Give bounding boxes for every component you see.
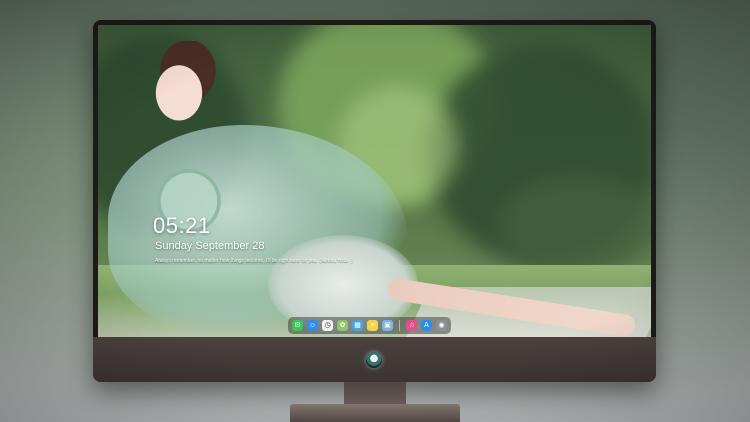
launchpad-icon[interactable]: ▦ [352, 320, 363, 331]
notes-icon[interactable]: ≡ [367, 320, 378, 331]
itunes-icon[interactable]: ♫ [406, 320, 417, 331]
monitor: 05:21 Sunday September 28 Always remembe… [93, 20, 656, 382]
lock-screen[interactable]: 05:21 Sunday September 28 Always remembe… [98, 25, 651, 337]
monitor-stand-base [290, 404, 460, 422]
wallpaper-figure [143, 50, 203, 128]
clock-icon[interactable]: ◷ [322, 320, 333, 331]
app-store-icon[interactable]: A [421, 320, 432, 331]
monitor-stand [344, 382, 406, 406]
finder-icon[interactable]: ☺ [307, 320, 318, 331]
brand-logo-icon [366, 352, 382, 368]
blurred-background: 05:21 Sunday September 28 Always remembe… [0, 0, 750, 422]
lock-screen-quote: Always remember, no matter how things be… [155, 258, 353, 264]
camera-icon[interactable]: ◉ [436, 320, 447, 331]
wallpaper-foliage [498, 175, 651, 275]
lock-screen-date: Sunday September 28 [155, 240, 265, 252]
lock-screen-clock: 05:21 [153, 213, 211, 238]
preview-icon[interactable]: ▣ [382, 320, 393, 331]
messages-icon[interactable]: ✉ [292, 320, 303, 331]
photos-icon[interactable]: ✿ [337, 320, 348, 331]
dock-separator [399, 320, 400, 331]
dock: ✉ ☺ ◷ ✿ ▦ ≡ ▣ ♫ A ◉ [288, 317, 451, 334]
